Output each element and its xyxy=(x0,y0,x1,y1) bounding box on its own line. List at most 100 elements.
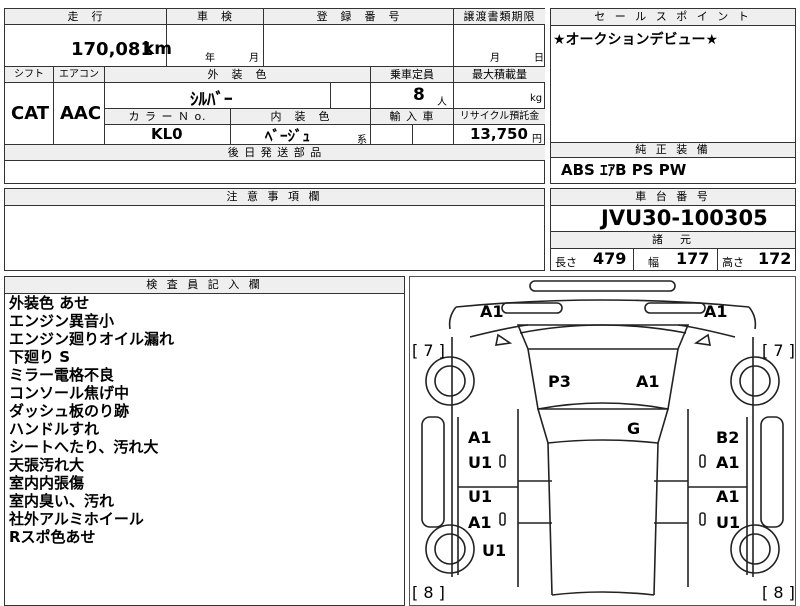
color-no-label: カ ラ ー Ｎ o. xyxy=(105,109,231,125)
sales-point-label: セ ー ル ス ポ イ ン ト xyxy=(551,9,795,26)
ac-cell: AAC xyxy=(54,83,105,145)
mark-right-front-door-2: A1 xyxy=(716,453,740,472)
mark-left-rear-door-1: U1 xyxy=(468,487,493,506)
color-no-cell: KL0 xyxy=(105,125,231,145)
mark-left-rear-wheel: U1 xyxy=(482,541,507,560)
color-no-value: KL0 xyxy=(151,125,183,143)
inspector-note: エンジン異音小 xyxy=(9,312,115,330)
recycle-label: リサイクル預託金 xyxy=(454,109,545,125)
equipment-label: 純 正 装 備 xyxy=(551,143,795,158)
mark-windshield: G xyxy=(627,419,641,438)
capacity-label: 乗車定員 xyxy=(371,67,454,83)
inspector-note: ハンドルすれ xyxy=(9,420,100,438)
exterior-color-label: 外 装 色 xyxy=(105,67,371,83)
import-label: 輸 入 車 xyxy=(371,109,454,125)
later-parts-label: 後 日 発 送 部 品 xyxy=(5,145,545,161)
max-load-unit: kg xyxy=(530,93,543,104)
inspector-note: シートへたり、汚れ大 xyxy=(9,438,159,456)
inspector-note: 室内臭い、汚れ xyxy=(9,492,115,510)
mark-left-rear-door-2: A1 xyxy=(468,513,492,532)
inspector-note: Rスポ色あせ xyxy=(9,528,96,546)
interior-color-cell: ﾍﾞｰｼﾞｭ 系 xyxy=(231,125,371,146)
equipment-value: ABS ｴｱB PS PW xyxy=(561,161,687,179)
inspection-cell: 年 月 xyxy=(167,25,264,67)
capacity-value: 8 xyxy=(413,85,425,105)
inspection-year-unit: 年 xyxy=(205,53,215,64)
mark-front-left: A1 xyxy=(480,302,504,321)
mark-right-rear-door-2: U1 xyxy=(716,513,741,532)
interior-color-value: ﾍﾞｰｼﾞｭ xyxy=(265,127,311,145)
inspector-note: 外装色 あせ xyxy=(9,294,90,312)
exterior-color-value: ｼﾙﾊﾞｰ xyxy=(190,90,233,110)
mark-hood-right: A1 xyxy=(636,372,660,391)
vehicle-info-box: 走 行 車 検 登 録 番 号 譲渡書類期限 170,081 km 年 月 月 … xyxy=(4,8,545,184)
sales-point-value: ★オークションデビュー★ xyxy=(553,32,719,48)
mark-right-front-door-1: B2 xyxy=(716,428,740,447)
inspector-note: ダッシュ板のり跡 xyxy=(9,402,130,420)
inspection-month-unit: 月 xyxy=(249,53,259,64)
dimensions-row: 長さ 479 幅 177 高さ 172 xyxy=(551,248,795,270)
mark-bracket-right-bottom: [ 8 ] xyxy=(762,583,795,602)
mark-bracket-left-bottom: [ 8 ] xyxy=(412,583,445,602)
shift-label: シフト xyxy=(5,67,54,83)
vehicle-diagram-box: A1 A1 [ 7 ] [ 7 ] P3 A1 G A1 U1 U1 A1 U1… xyxy=(409,276,796,606)
transfer-day-unit: 日 xyxy=(534,53,544,64)
mark-right-rear-door-1: A1 xyxy=(716,487,740,506)
registration-label: 登 録 番 号 xyxy=(264,9,454,25)
mileage-cell: 170,081 km xyxy=(5,25,172,67)
recycle-unit: 円 xyxy=(532,134,542,145)
inspector-note: 天張汚れ大 xyxy=(9,456,85,474)
inspector-note: 下廻り S xyxy=(9,348,71,366)
transfer-month-unit: 月 xyxy=(490,53,500,64)
inspector-notes-label: 検 査 員 記 入 欄 xyxy=(5,277,404,294)
mark-left-front-door-2: U1 xyxy=(468,453,493,472)
ac-value: AAC xyxy=(60,103,102,124)
max-load-label: 最大積載量 xyxy=(454,67,545,83)
inspector-note: エンジン廻りオイル漏れ xyxy=(9,330,175,348)
length-value: 479 xyxy=(593,249,627,268)
import-cell-a xyxy=(371,125,413,145)
mark-hood-left: P3 xyxy=(548,372,571,391)
transfer-cell: 月 日 xyxy=(454,25,545,67)
recycle-value: 13,750 xyxy=(470,125,528,143)
inspector-note: ミラー電格不良 xyxy=(9,366,115,384)
inspector-notes-box: 検 査 員 記 入 欄 外装色 あせ エンジン異音小 エンジン廻りオイル漏れ 下… xyxy=(4,276,405,606)
inspector-note: コンソール焦げ中 xyxy=(9,384,130,402)
import-cell-b xyxy=(413,125,454,145)
mileage-value: 170,081 xyxy=(71,39,153,60)
mark-front-right: A1 xyxy=(704,302,728,321)
interior-color-suffix: 系 xyxy=(357,135,367,146)
registration-cell xyxy=(264,25,454,67)
height-value: 172 xyxy=(758,249,792,268)
exterior-color-blank xyxy=(331,83,371,109)
height-label: 高さ xyxy=(722,256,744,269)
sales-point-box: セ ー ル ス ポ イ ン ト ★オークションデビュー★ xyxy=(550,8,796,145)
mileage-label: 走 行 xyxy=(5,9,167,25)
transfer-label: 譲渡書類期限 xyxy=(454,9,545,25)
shift-cell: CAT xyxy=(5,83,54,145)
ac-label: エアコン xyxy=(54,67,105,83)
width-label: 幅 xyxy=(648,256,659,269)
capacity-unit: 人 xyxy=(437,97,447,108)
equipment-box: 純 正 装 備 ABS ｴｱB PS PW xyxy=(550,142,796,184)
inspector-note: 社外アルミホイール xyxy=(9,510,144,528)
mark-bracket-right-top: [ 7 ] xyxy=(762,341,795,360)
mark-bracket-left-top: [ 7 ] xyxy=(412,341,445,360)
chassis-number: JVU30-100305 xyxy=(601,206,768,230)
dimensions-label: 諸 元 xyxy=(551,231,795,249)
recycle-cell: 13,750 円 xyxy=(454,125,545,145)
length-cell: 長さ 479 xyxy=(551,248,634,270)
interior-color-label: 内 装 色 xyxy=(231,109,371,125)
inspector-notes-list: 外装色 あせ エンジン異音小 エンジン廻りオイル漏れ 下廻り S ミラー電格不良… xyxy=(9,294,174,546)
inspection-label: 車 検 xyxy=(167,9,264,25)
caution-box: 注 意 事 項 欄 xyxy=(4,188,545,271)
inspector-note: 室内内張傷 xyxy=(9,474,85,492)
exterior-color-cell: ｼﾙﾊﾞｰ xyxy=(105,83,331,110)
shift-value: CAT xyxy=(11,103,50,124)
length-label: 長さ xyxy=(555,256,577,269)
width-cell: 幅 177 xyxy=(634,248,718,270)
max-load-cell: kg xyxy=(454,83,545,109)
chassis-label: 車 台 番 号 xyxy=(551,189,795,206)
caution-label: 注 意 事 項 欄 xyxy=(5,189,544,206)
capacity-cell: 8 人 xyxy=(371,83,454,109)
